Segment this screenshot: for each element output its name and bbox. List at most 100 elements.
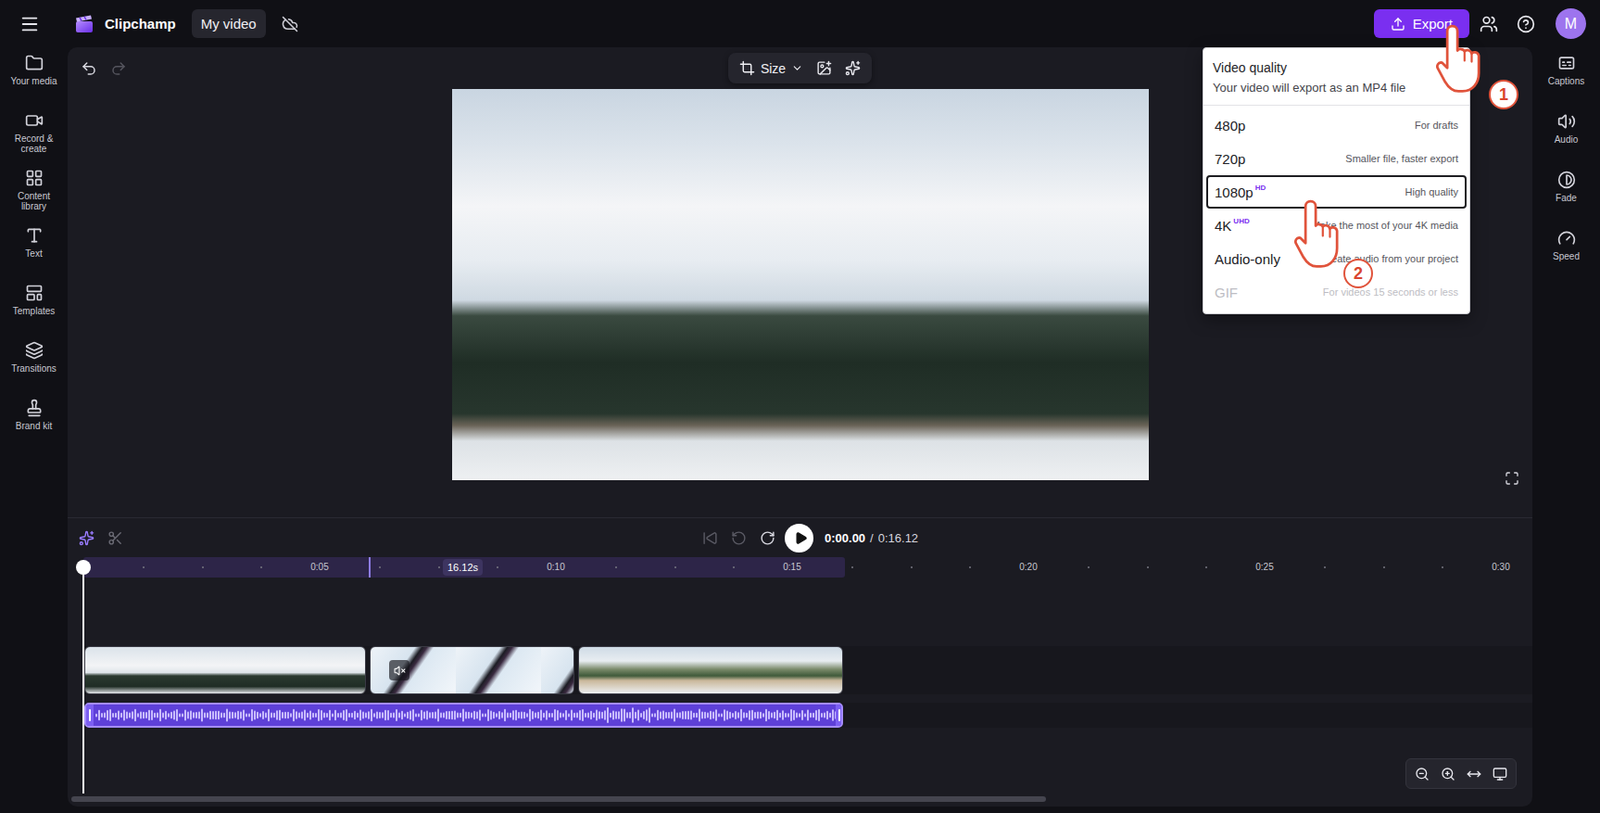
ruler-label: 0:05	[310, 561, 328, 572]
ruler-dot	[1441, 566, 1444, 568]
image-icon	[816, 60, 832, 76]
sparkles-icon	[844, 60, 861, 76]
text-icon	[25, 226, 44, 245]
quality-option-4k[interactable]: 4KUHDMake the most of your 4K media	[1206, 208, 1467, 242]
size-button[interactable]: Size	[739, 60, 804, 76]
property-item[interactable]: Captions	[1532, 47, 1600, 106]
sidebar-item[interactable]: Record & create	[0, 104, 68, 163]
undo-icon	[80, 60, 98, 77]
speaker-icon	[1557, 112, 1576, 131]
forward-icon	[759, 529, 776, 546]
background-button[interactable]	[816, 60, 832, 76]
clipchamp-logo-icon	[74, 13, 95, 35]
video-clip[interactable]	[578, 645, 844, 694]
skip-back-icon	[702, 529, 719, 546]
trim-handle-left[interactable]	[86, 704, 94, 726]
video-clip[interactable]	[84, 645, 366, 694]
quality-option-480p[interactable]: 480pFor drafts	[1206, 108, 1467, 142]
left-sidebar: Your mediaRecord & createContent library…	[0, 47, 68, 813]
fullscreen-button[interactable]	[1504, 470, 1520, 489]
playhead[interactable]	[82, 559, 85, 794]
timeline-scrollbar[interactable]	[71, 795, 1046, 802]
ruler-dot	[969, 566, 971, 568]
ai-tools-button[interactable]	[78, 529, 95, 546]
ruler-dot	[1087, 566, 1090, 568]
ruler-dot	[910, 566, 913, 568]
upload-icon	[1390, 16, 1406, 32]
share-button[interactable]	[1479, 14, 1499, 34]
undo-button[interactable]	[80, 60, 98, 77]
forward-button[interactable]	[759, 529, 776, 546]
people-icon	[1479, 14, 1499, 34]
audio-clip[interactable]	[84, 702, 844, 728]
ruler-dot	[615, 566, 618, 568]
export-button[interactable]: Export	[1373, 9, 1470, 38]
stamp-icon	[25, 398, 44, 417]
rewind-icon	[730, 529, 747, 546]
ruler-dot	[851, 566, 854, 568]
project-title[interactable]: My video	[191, 9, 266, 38]
camera-icon	[25, 111, 44, 130]
export-menu: Video qualityYour video will export as a…	[1202, 47, 1471, 315]
captions-icon	[1557, 53, 1576, 73]
ruler-dot	[438, 566, 441, 568]
sidebar-item[interactable]: Transitions	[0, 334, 68, 392]
zoom-out-button[interactable]	[1414, 766, 1430, 782]
property-item[interactable]: Audio	[1532, 105, 1600, 164]
rewind-button[interactable]	[730, 529, 747, 546]
menu-button[interactable]	[19, 13, 40, 35]
play-icon	[793, 530, 808, 545]
fullscreen-icon	[1504, 470, 1520, 486]
muted-badge	[389, 659, 410, 681]
property-item[interactable]: Speed	[1532, 222, 1600, 281]
sidebar-item[interactable]: Templates	[0, 277, 68, 335]
magic-icon	[78, 529, 95, 546]
trim-handle-right[interactable]	[835, 704, 844, 726]
sidebar-item[interactable]: Content library	[0, 162, 68, 220]
enhance-button[interactable]	[844, 60, 861, 76]
video-preview	[452, 88, 1149, 480]
audio-waveform-icon	[95, 705, 836, 725]
sidebar-item[interactable]: Brand kit	[0, 391, 68, 450]
right-sidebar: CaptionsAudioFadeSpeed	[1532, 47, 1600, 813]
playhead-handle[interactable]	[75, 559, 91, 575]
muted-icon	[393, 664, 406, 677]
crop-icon	[739, 60, 756, 76]
redo-icon	[110, 60, 127, 77]
split-button[interactable]	[107, 529, 124, 546]
brand: Clipchamp	[74, 13, 177, 35]
quality-option-1080p[interactable]: 1080pHDHigh quality	[1206, 175, 1467, 209]
play-button[interactable]	[784, 523, 814, 553]
layout-button[interactable]	[1492, 766, 1508, 782]
property-item[interactable]: Fade	[1532, 163, 1600, 223]
time-ruler[interactable]: 0:050:100:150:200:250:3016.12s	[83, 556, 1533, 578]
scissors-icon	[107, 529, 124, 546]
gauge-icon	[1557, 228, 1576, 248]
zoom-in-icon	[1440, 766, 1456, 782]
clipchamp-editor: Clipchamp My video Export M Your mediaRecord…	[0, 0, 1600, 813]
quality-option-720p[interactable]: 720pSmaller file, faster export	[1206, 141, 1467, 176]
template-icon	[25, 283, 44, 303]
skip-back-button[interactable]	[702, 529, 719, 546]
ruler-label: 0:10	[546, 561, 565, 572]
contrast-icon	[1557, 170, 1576, 189]
quality-option-audio-only[interactable]: Audio-onlyCreate audio from your project	[1206, 241, 1467, 276]
zoom-in-button[interactable]	[1440, 766, 1456, 782]
ruler-dot	[378, 566, 381, 568]
grid-icon	[25, 168, 44, 188]
sidebar-item[interactable]: Your media	[0, 47, 68, 105]
top-bar: Clipchamp My video Export M	[0, 0, 1600, 48]
video-clip[interactable]	[369, 645, 575, 694]
redo-button[interactable]	[110, 60, 127, 77]
sidebar-item[interactable]: Text	[0, 219, 68, 278]
ruler-label: 0:30	[1491, 561, 1510, 572]
quality-options: 480pFor drafts720pSmaller file, faster e…	[1203, 105, 1470, 314]
cloud-off-icon	[281, 15, 299, 33]
help-button[interactable]	[1516, 14, 1536, 34]
quality-option-gif: GIFFor videos 15 seconds or less	[1206, 275, 1467, 309]
zoom-out-icon	[1414, 766, 1430, 782]
fit-button[interactable]	[1466, 766, 1482, 782]
ruler-dot	[1146, 566, 1149, 568]
sync-status-button[interactable]	[281, 15, 299, 33]
user-avatar[interactable]: M	[1555, 8, 1587, 39]
